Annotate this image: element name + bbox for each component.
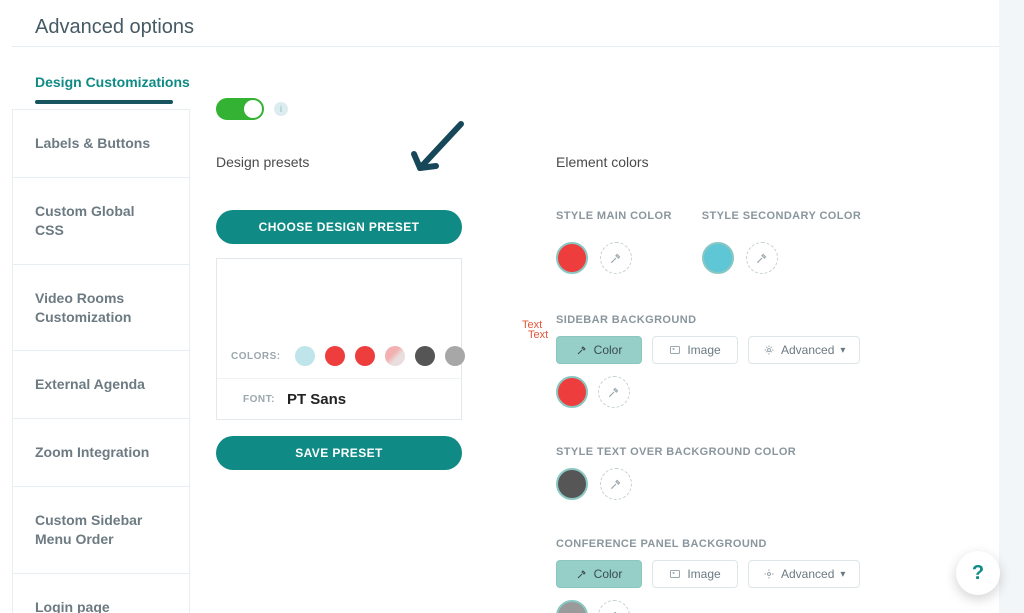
- toggle-knob: [244, 100, 262, 118]
- conf-panel-image-button[interactable]: Image: [652, 560, 738, 588]
- sidebar-background-label: SIDEBAR BACKGROUND: [556, 314, 989, 326]
- sidebar-item-label: Login page: [35, 599, 110, 613]
- image-icon: [669, 568, 681, 580]
- sidebar-item-label: Custom Sidebar Menu Order: [35, 512, 142, 547]
- colors-label: COLORS:: [231, 351, 281, 362]
- conf-panel-swatch[interactable]: [556, 600, 588, 613]
- eyedropper-icon: [609, 477, 623, 491]
- eyedropper-icon: [609, 251, 623, 265]
- sidebar: Labels & Buttons Custom Global CSS Video…: [12, 109, 190, 613]
- font-name: PT Sans: [287, 391, 346, 408]
- preset-color-dot: [385, 346, 405, 366]
- conf-panel-color-button[interactable]: Color: [556, 560, 642, 588]
- conf-panel-advanced-button[interactable]: Advanced ▾: [748, 560, 860, 588]
- text-over-bg-swatch[interactable]: [556, 468, 588, 500]
- chevron-down-icon: ▾: [840, 569, 845, 580]
- divider: [12, 46, 999, 47]
- element-colors-column: Element colors STYLE MAIN COLOR STYLE SE…: [556, 154, 989, 613]
- sidebar-bg-image-button[interactable]: Image: [652, 336, 738, 364]
- sidebar-item-label: Zoom Integration: [35, 444, 149, 460]
- secondary-color-swatch[interactable]: [702, 242, 734, 274]
- secondary-color-eyedropper[interactable]: [746, 242, 778, 274]
- conf-panel-bg-label: CONFERENCE PANEL BACKGROUND: [556, 538, 989, 550]
- arrow-annotation-icon: [406, 118, 476, 188]
- image-icon: [669, 344, 681, 356]
- font-label: FONT:: [243, 394, 275, 405]
- text-over-bg-eyedropper[interactable]: [600, 468, 632, 500]
- sidebar-item-label: Custom Global CSS: [35, 203, 135, 238]
- main-color-eyedropper[interactable]: [600, 242, 632, 274]
- choose-design-preset-button[interactable]: CHOOSE DESIGN PRESET: [216, 210, 462, 244]
- design-presets-label: Design presets: [216, 154, 476, 170]
- preset-body: COLORS:: [217, 259, 461, 379]
- colors-row: COLORS:: [231, 346, 465, 366]
- page-title: Advanced options: [0, 0, 1024, 57]
- sidebar-bg-advanced-button[interactable]: Advanced ▾: [748, 336, 860, 364]
- sidebar-item-sidebar-order[interactable]: Custom Sidebar Menu Order: [13, 487, 189, 574]
- style-main-color-label: STYLE MAIN COLOR: [556, 210, 672, 222]
- eyedropper-icon: [576, 568, 588, 580]
- gear-icon: [763, 568, 775, 580]
- info-icon[interactable]: i: [274, 102, 288, 116]
- sidebar-item-external-agenda[interactable]: External Agenda: [13, 351, 189, 419]
- design-presets-column: Design presets CHOOSE DESIGN PRESET COLO…: [216, 154, 476, 613]
- sidebar-item-zoom[interactable]: Zoom Integration: [13, 419, 189, 487]
- sidebar-item-labels-buttons[interactable]: Labels & Buttons: [13, 110, 189, 178]
- save-preset-button[interactable]: SAVE PRESET: [216, 436, 462, 470]
- right-gutter: [999, 0, 1024, 613]
- sidebar-item-custom-css[interactable]: Custom Global CSS: [13, 178, 189, 265]
- element-colors-label: Element colors: [556, 154, 989, 170]
- preset-footer: FONT: PT Sans: [217, 379, 461, 419]
- eyedropper-icon: [576, 344, 588, 356]
- tabs: Design Customizations: [35, 66, 190, 104]
- preset-color-dot: [325, 346, 345, 366]
- content: i Design presets CHOOSE DESIGN PRESET CO…: [216, 98, 989, 613]
- preset-card: COLORS: FONT: PT Sans: [216, 258, 462, 420]
- sidebar-item-login-page[interactable]: Login page: [13, 574, 189, 613]
- enable-toggle[interactable]: [216, 98, 264, 120]
- style-secondary-color-label: STYLE SECONDARY COLOR: [702, 210, 861, 222]
- tab-underline: [35, 100, 173, 104]
- sidebar-item-video-rooms[interactable]: Video Rooms Customization: [13, 265, 189, 352]
- text-over-bg-label: STYLE TEXT OVER BACKGROUND COLOR: [556, 446, 989, 458]
- sidebar-bg-color-button[interactable]: Color: [556, 336, 642, 364]
- main-color-swatch[interactable]: [556, 242, 588, 274]
- eyedropper-icon: [607, 385, 621, 399]
- preset-color-dot: [445, 346, 465, 366]
- conf-panel-eyedropper[interactable]: [598, 600, 630, 613]
- help-button[interactable]: ?: [956, 551, 1000, 595]
- sidebar-item-label: External Agenda: [35, 376, 145, 392]
- sidebar-bg-eyedropper[interactable]: [598, 376, 630, 408]
- annotation-text: TextText: [522, 320, 548, 340]
- sidebar-item-label: Video Rooms Customization: [35, 290, 131, 325]
- eyedropper-icon: [755, 251, 769, 265]
- preset-color-dot: [415, 346, 435, 366]
- preset-color-dot: [295, 346, 315, 366]
- gear-icon: [763, 344, 775, 356]
- sidebar-item-label: Labels & Buttons: [35, 135, 150, 151]
- chevron-down-icon: ▾: [840, 345, 845, 356]
- eyedropper-icon: [607, 609, 621, 613]
- preset-color-dot: [355, 346, 375, 366]
- tab-design-customizations[interactable]: Design Customizations: [35, 66, 190, 98]
- sidebar-bg-swatch[interactable]: [556, 376, 588, 408]
